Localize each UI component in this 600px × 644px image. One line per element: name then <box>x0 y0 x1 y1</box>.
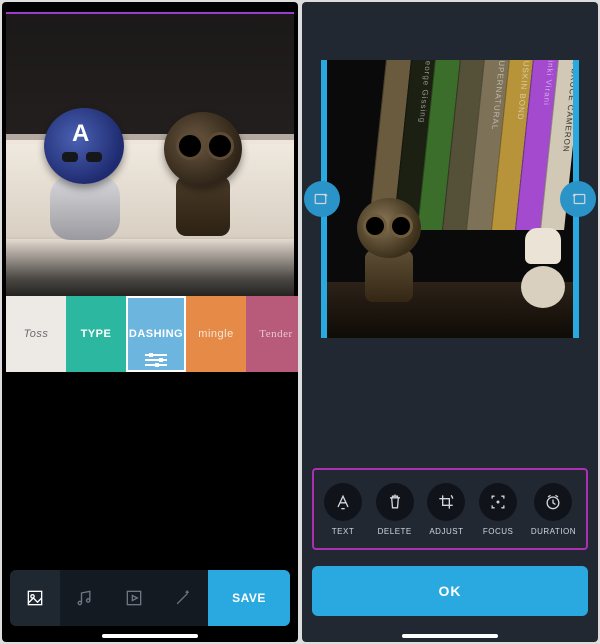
clip-preview-photo[interactable]: Ceorge GissingSUPERNATURALRUSKIN BONDPin… <box>327 60 573 338</box>
home-indicator <box>402 634 498 638</box>
clip-actions-row: TEXT DELETE ADJUST FOCUS DURATION <box>312 468 588 550</box>
style-card-dashing[interactable]: DASHING <box>126 296 186 372</box>
action-label: DELETE <box>378 527 412 536</box>
style-card-label: mingle <box>198 328 233 340</box>
figurine-captain: A <box>34 108 134 248</box>
table-lamp <box>519 228 567 308</box>
style-card-tender[interactable]: Tender <box>246 296 298 372</box>
trash-icon <box>385 492 405 512</box>
ok-button[interactable]: OK <box>312 566 588 616</box>
text-icon <box>333 492 353 512</box>
focus-icon <box>488 492 508 512</box>
action-text[interactable]: TEXT <box>324 483 362 536</box>
action-adjust[interactable]: ADJUST <box>427 483 465 536</box>
wand-icon <box>173 588 193 608</box>
sliders-icon <box>145 354 167 366</box>
adjust-button[interactable] <box>427 483 465 521</box>
editor-screen-clip: Ceorge GissingSUPERNATURALRUSKIN BONDPin… <box>302 2 598 642</box>
action-label: TEXT <box>332 527 354 536</box>
style-card-type[interactable]: TYPE <box>66 296 126 372</box>
clock-icon <box>543 492 563 512</box>
action-focus[interactable]: FOCUS <box>479 483 517 536</box>
text-button[interactable] <box>324 483 362 521</box>
music-tab[interactable] <box>60 570 110 626</box>
media-tab[interactable] <box>10 570 60 626</box>
music-icon <box>74 588 94 608</box>
add-clip-left-icon <box>313 190 331 208</box>
bottom-toolbar: SAVE <box>10 570 290 626</box>
action-label: ADJUST <box>429 527 463 536</box>
clip-trim-area[interactable]: Ceorge GissingSUPERNATURALRUSKIN BONDPin… <box>312 60 588 338</box>
style-card-mingle[interactable]: mingle <box>186 296 246 372</box>
style-card-label: Tender <box>259 328 292 340</box>
add-clip-right-button[interactable] <box>560 181 596 217</box>
figurine-tree <box>154 102 264 252</box>
figurine-tree-2 <box>351 188 439 308</box>
action-label: DURATION <box>531 527 576 536</box>
action-label: FOCUS <box>483 527 514 536</box>
style-card-label: DASHING <box>129 328 183 340</box>
media-icon <box>25 588 45 608</box>
add-clip-right-icon <box>569 190 587 208</box>
style-picker[interactable]: Toss TYPE DASHING mingle Tender <box>6 296 294 372</box>
crop-rotate-icon <box>436 492 456 512</box>
style-card-toss[interactable]: Toss <box>6 296 66 372</box>
delete-button[interactable] <box>376 483 414 521</box>
home-indicator <box>102 634 198 638</box>
layout-tab[interactable] <box>109 570 159 626</box>
action-delete[interactable]: DELETE <box>376 483 414 536</box>
save-button[interactable]: SAVE <box>208 570 290 626</box>
focus-button[interactable] <box>479 483 517 521</box>
play-square-icon <box>124 588 144 608</box>
action-duration[interactable]: DURATION <box>531 483 576 536</box>
style-card-label: TYPE <box>81 328 112 340</box>
style-card-label: Toss <box>24 328 49 340</box>
add-clip-left-button[interactable] <box>304 181 340 217</box>
editor-screen-styles: A Toss TYPE DASHING mingle Tender SAVE <box>2 2 298 642</box>
duration-button[interactable] <box>534 483 572 521</box>
preview-photo[interactable]: A <box>6 14 294 296</box>
magic-tab[interactable] <box>159 570 209 626</box>
